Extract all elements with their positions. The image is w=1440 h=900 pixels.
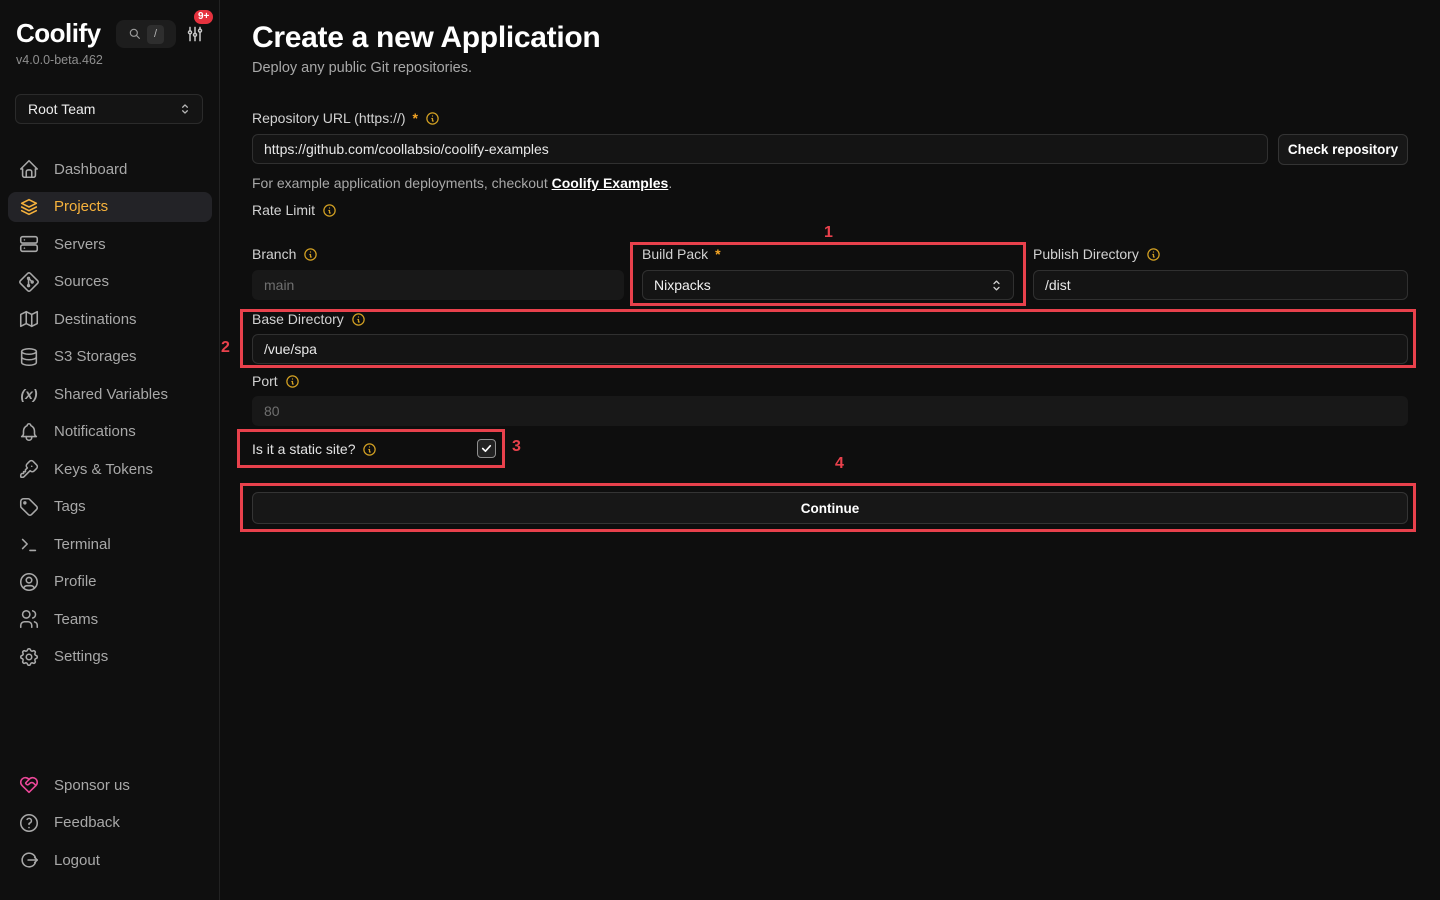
info-icon[interactable]	[362, 442, 377, 457]
coolify-examples-link[interactable]: Coolify Examples	[552, 175, 669, 191]
check-repository-button[interactable]: Check repository	[1278, 134, 1408, 165]
git-icon	[18, 271, 40, 293]
info-icon[interactable]	[425, 111, 440, 126]
sidebar-item-sponsor-us[interactable]: Sponsor us	[8, 770, 212, 800]
rate-limit-label: Rate Limit	[252, 202, 337, 218]
sidebar-item-projects[interactable]: Projects	[8, 192, 212, 222]
publish-directory-input[interactable]	[1033, 270, 1408, 300]
info-icon[interactable]	[1146, 247, 1161, 262]
home-icon	[18, 158, 40, 180]
sidebar-item-logout[interactable]: Logout	[8, 845, 212, 875]
publish-directory-label: Publish Directory	[1033, 246, 1161, 262]
team-selector-value: Root Team	[28, 101, 178, 117]
build-pack-label: Build Pack *	[642, 246, 721, 262]
port-label: Port	[252, 373, 300, 389]
sidebar: Coolify / 9+ v4.0.0-beta.462 Root Team D…	[0, 0, 220, 900]
logout-icon	[18, 849, 40, 871]
key-icon	[18, 458, 40, 480]
server-icon	[18, 233, 40, 255]
sidebar-item-teams[interactable]: Teams	[8, 604, 212, 634]
static-site-checkbox[interactable]	[477, 439, 496, 458]
info-icon[interactable]	[285, 374, 300, 389]
info-icon[interactable]	[303, 247, 318, 262]
heart-handshake-icon	[18, 774, 40, 796]
app-logo: Coolify	[16, 18, 101, 49]
search-icon	[128, 27, 142, 41]
sidebar-item-keys-tokens[interactable]: Keys & Tokens	[8, 454, 212, 484]
terminal-icon	[18, 533, 40, 555]
sidebar-item-tags[interactable]: Tags	[8, 492, 212, 522]
sidebar-footer: Sponsor us Feedback Logout	[0, 770, 220, 883]
base-directory-input[interactable]	[252, 334, 1408, 364]
continue-button[interactable]: Continue	[252, 492, 1408, 524]
build-pack-selected-value: Nixpacks	[654, 277, 989, 293]
repository-url-label: Repository URL (https://) *	[252, 110, 440, 126]
gear-icon	[18, 646, 40, 668]
page-title: Create a new Application	[252, 21, 600, 55]
example-note: For example application deployments, che…	[252, 175, 672, 191]
port-input[interactable]	[252, 396, 1408, 426]
variables-icon: (x)	[18, 386, 40, 402]
sidebar-item-terminal[interactable]: Terminal	[8, 529, 212, 559]
chevron-up-down-icon	[178, 102, 192, 116]
sliders-icon	[185, 24, 205, 44]
static-site-label: Is it a static site?	[252, 441, 377, 457]
bell-icon	[18, 421, 40, 443]
team-selector[interactable]: Root Team	[15, 94, 203, 124]
sidebar-item-servers[interactable]: Servers	[8, 229, 212, 259]
help-circle-icon	[18, 812, 40, 834]
branch-input[interactable]	[252, 270, 624, 300]
sidebar-item-dashboard[interactable]: Dashboard	[8, 154, 212, 184]
users-icon	[18, 608, 40, 630]
search-shortcut-key: /	[147, 25, 164, 44]
base-directory-label: Base Directory	[252, 311, 366, 327]
chevron-up-down-icon	[989, 278, 1004, 293]
sidebar-item-shared-variables[interactable]: (x) Shared Variables	[8, 379, 212, 409]
check-icon	[480, 442, 493, 455]
repository-url-input[interactable]	[252, 134, 1268, 164]
map-icon	[18, 308, 40, 330]
search-button[interactable]: /	[116, 20, 176, 48]
required-asterisk: *	[413, 110, 418, 126]
sidebar-item-profile[interactable]: Profile	[8, 567, 212, 597]
sidebar-item-destinations[interactable]: Destinations	[8, 304, 212, 334]
info-icon[interactable]	[322, 203, 337, 218]
sidebar-item-sources[interactable]: Sources	[8, 267, 212, 297]
main-content: Create a new Application Deploy any publ…	[220, 0, 1440, 900]
layers-icon	[18, 196, 40, 218]
sidebar-item-settings[interactable]: Settings	[8, 642, 212, 672]
filters-button[interactable]	[185, 24, 205, 44]
notifications-badge[interactable]: 9+	[194, 10, 213, 24]
build-pack-select[interactable]: Nixpacks	[642, 270, 1014, 300]
sidebar-item-feedback[interactable]: Feedback	[8, 808, 212, 838]
branch-label: Branch	[252, 246, 318, 262]
page-subtitle: Deploy any public Git repositories.	[252, 60, 472, 76]
sidebar-item-notifications[interactable]: Notifications	[8, 417, 212, 447]
database-icon	[18, 346, 40, 368]
app-version: v4.0.0-beta.462	[16, 53, 103, 67]
coolify-app: Coolify / 9+ v4.0.0-beta.462 Root Team D…	[0, 0, 1440, 900]
info-icon[interactable]	[351, 312, 366, 327]
tag-icon	[18, 496, 40, 518]
user-circle-icon	[18, 571, 40, 593]
sidebar-nav: Dashboard Projects Servers Sources Desti…	[0, 154, 220, 679]
sidebar-item-s3-storages[interactable]: S3 Storages	[8, 342, 212, 372]
required-asterisk: *	[715, 246, 720, 262]
